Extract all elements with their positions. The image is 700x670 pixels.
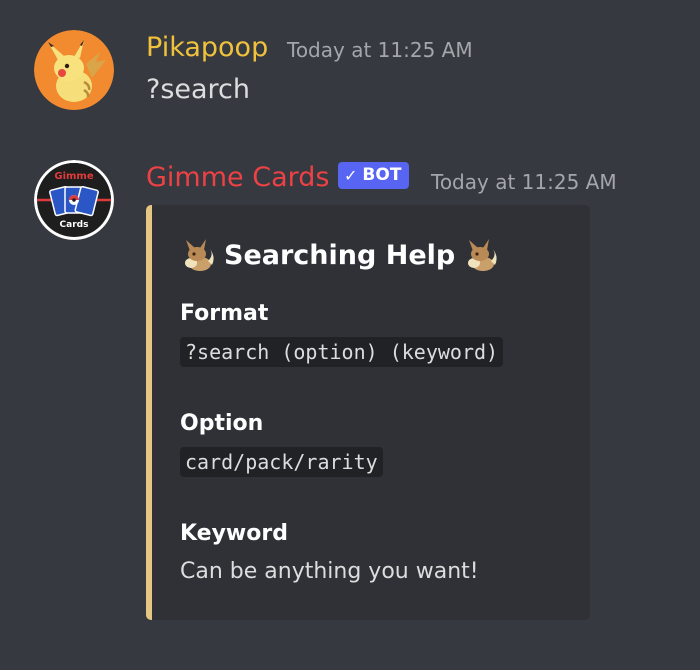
avatar-text-bottom: Cards <box>59 220 89 230</box>
eevee-emoji-icon <box>185 239 214 271</box>
timestamp: Today at 11:25 AM <box>431 170 617 194</box>
username[interactable]: Gimme Cards <box>146 162 329 193</box>
embed-title-text: Searching Help <box>224 239 456 271</box>
gimme-cards-avatar[interactable]: Gimme Cards <box>34 160 114 240</box>
embed-field-name: Option <box>180 411 264 436</box>
embed: Searching Help Format ?search (option) (… <box>146 205 590 620</box>
embed-field-name: Keyword <box>180 521 288 546</box>
embed-title: Searching Help <box>180 237 499 273</box>
eevee-emoji-icon <box>468 239 497 271</box>
embed-field-value: ?search (option) (keyword) <box>180 337 504 367</box>
message-gimme-cards: Gimme Cards Gimme Cards ✓ BOT Today at 1… <box>0 130 700 670</box>
bot-badge: ✓ BOT <box>338 162 410 189</box>
embed-field-name: Format <box>180 301 269 326</box>
pikachu-avatar[interactable] <box>34 30 114 110</box>
message-pikapoop: Pikapoop Today at 11:25 AM ?search <box>0 0 700 130</box>
username[interactable]: Pikapoop <box>146 32 268 63</box>
bot-badge-label: BOT <box>362 165 402 185</box>
timestamp: Today at 11:25 AM <box>287 38 473 62</box>
embed-field-value: Can be anything you want! <box>180 559 479 584</box>
chat-messages: Pikapoop Today at 11:25 AM ?search Gimme… <box>0 0 700 670</box>
verified-check-icon: ✓ <box>344 166 358 185</box>
message-content: ?search <box>146 74 251 105</box>
avatar-text-top: Gimme <box>54 171 94 182</box>
embed-field-value: card/pack/rarity <box>180 447 383 477</box>
pikachu-icon <box>34 30 114 110</box>
